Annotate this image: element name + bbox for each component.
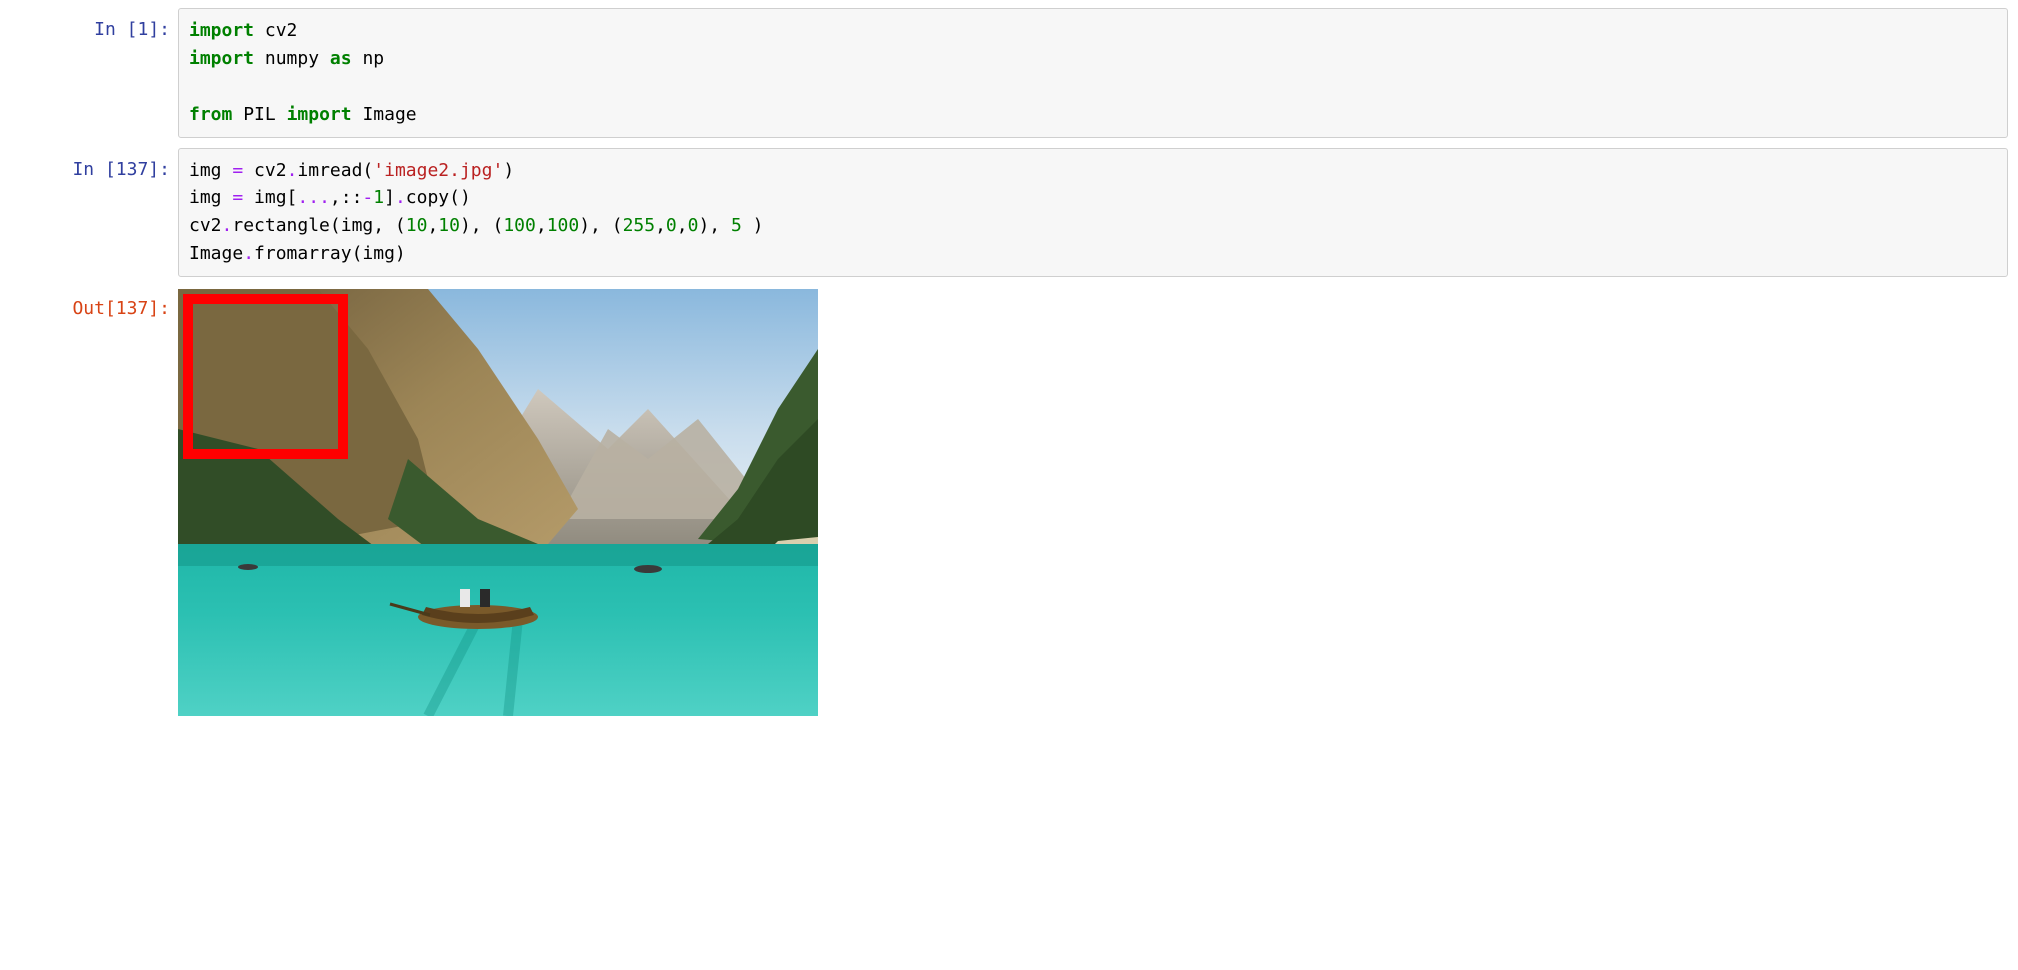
output-area [178,287,2008,716]
prompt-in: In [137]: [10,148,178,181]
prompt-in: In [1]: [10,8,178,41]
notebook: In [1]: import cv2 import numpy as np fr… [0,0,2018,766]
code-block[interactable]: import cv2 import numpy as np from PIL i… [189,17,1997,129]
prompt-out: Out[137]: [10,287,178,320]
code-block[interactable]: img = cv2.imread('image2.jpg') img = img… [189,157,1997,269]
cell-in-1: In [1]: import cv2 import numpy as np fr… [10,8,2008,138]
code-input-area[interactable]: img = cv2.imread('image2.jpg') img = img… [178,148,2008,278]
landscape-image [178,289,818,716]
output-image [178,289,818,716]
code-input-area[interactable]: import cv2 import numpy as np from PIL i… [178,8,2008,138]
cell-in-137: In [137]: img = cv2.imread('image2.jpg')… [10,148,2008,278]
cell-out-137: Out[137]: [10,287,2008,716]
